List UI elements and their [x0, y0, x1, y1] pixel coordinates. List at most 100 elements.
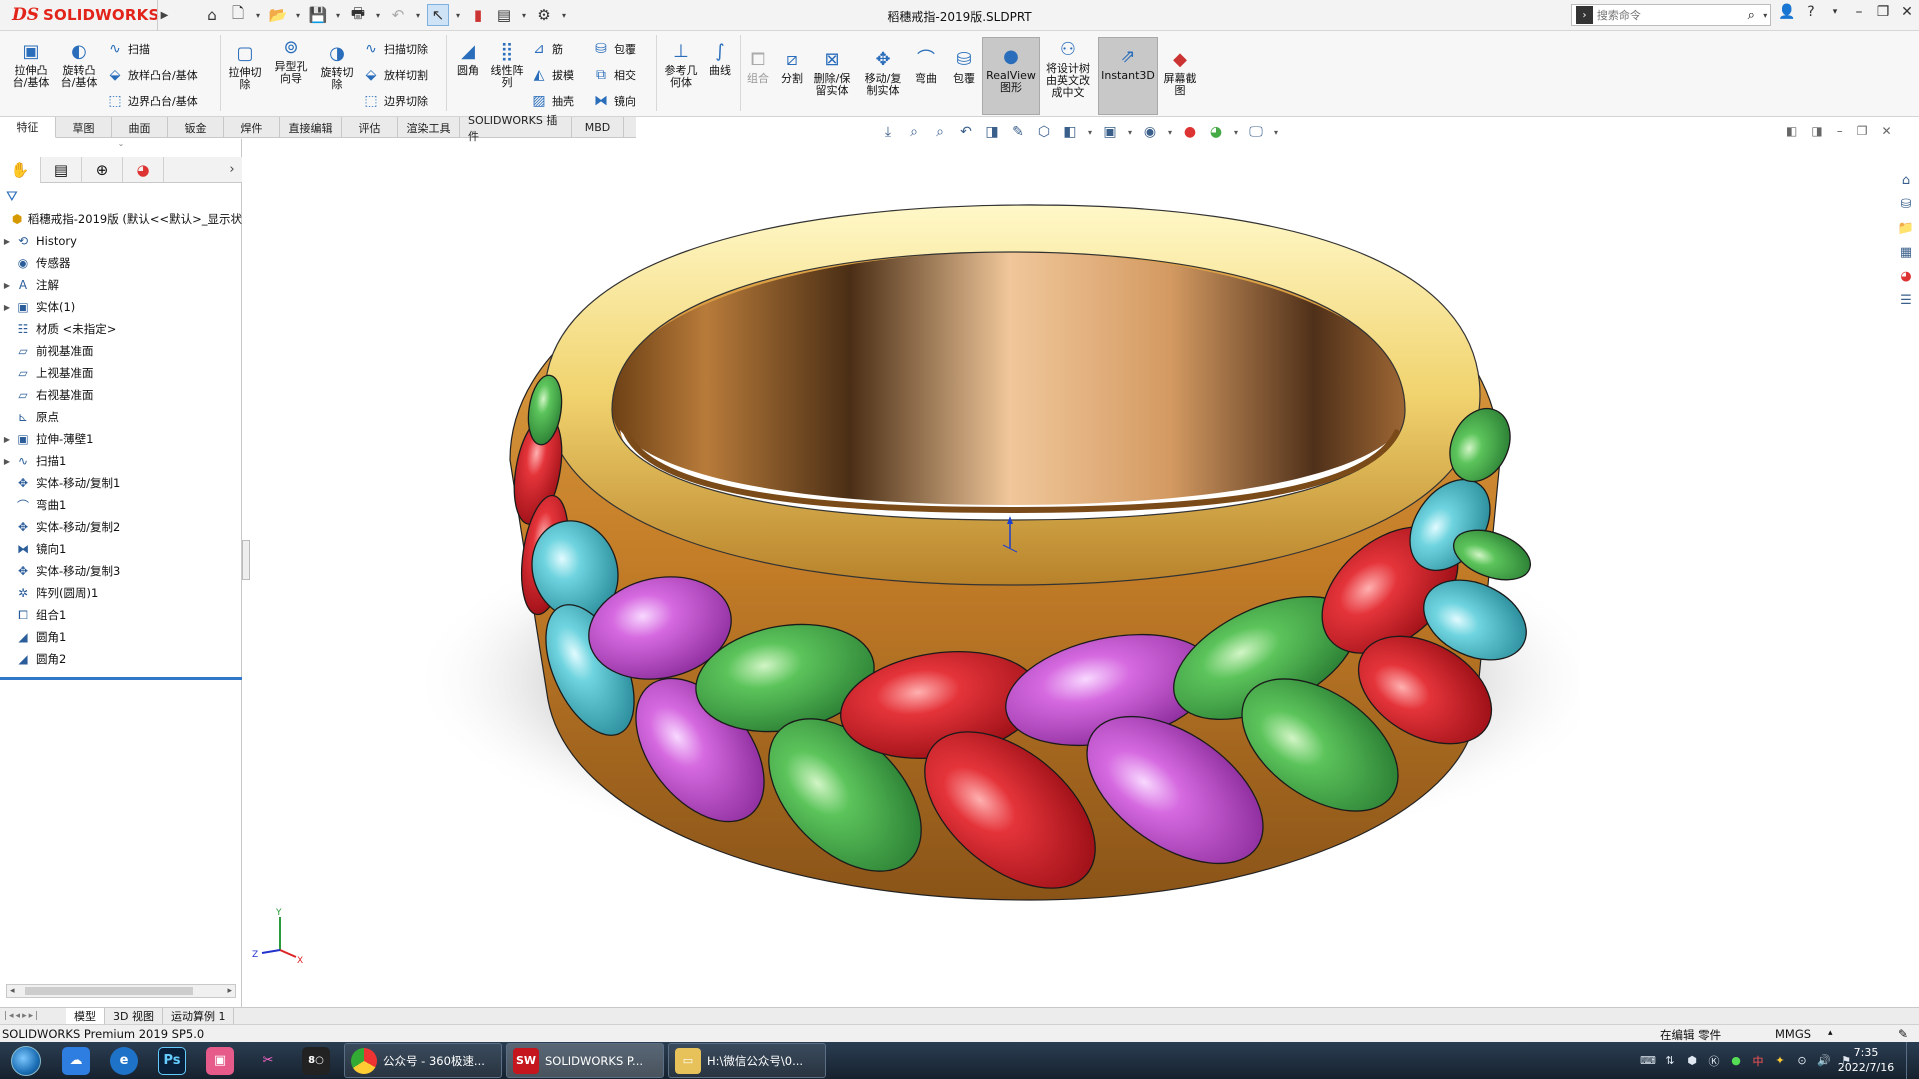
display-style-dropdown-icon[interactable]: ▾	[1086, 128, 1094, 137]
sweep-cut-button[interactable]: ∿ 扫描切除	[362, 39, 428, 59]
property-manager-tab-icon[interactable]: ▤	[41, 157, 82, 183]
units-dropdown-icon[interactable]: ▴	[1828, 1028, 1833, 1038]
tab-sketch[interactable]: 草图	[56, 117, 112, 138]
start-button[interactable]	[0, 1042, 52, 1079]
open-icon[interactable]: 📂	[267, 4, 289, 26]
options-gear-icon[interactable]: ⚙	[533, 4, 555, 26]
section-view-icon[interactable]: ◨	[982, 124, 1002, 140]
tab-solidworks-addins[interactable]: SOLIDWORKS 插件	[460, 114, 572, 143]
help-icon[interactable]: ?	[1802, 4, 1820, 20]
previous-view-icon[interactable]: ↶	[956, 124, 976, 140]
tree-item[interactable]: ▱ 上视基准面	[0, 362, 242, 384]
tree-item[interactable]: ⧓ 镜向1	[0, 538, 242, 560]
k-app-icon[interactable]: Ⓚ	[1706, 1053, 1722, 1069]
delete-keep-body-button[interactable]: ⊠ 删除/保 留实体	[810, 47, 854, 97]
open-dropdown-icon[interactable]: ▾	[293, 11, 303, 20]
doc-close-icon[interactable]: ✕	[1881, 124, 1891, 138]
view-settings-dropdown-icon[interactable]: ▾	[1272, 128, 1280, 137]
zoom-to-area-icon[interactable]: ⌕	[930, 124, 950, 140]
screen-capture-button[interactable]: ◆ 屏幕截 图	[1160, 47, 1200, 97]
status-green-icon[interactable]: ●	[1728, 1053, 1744, 1069]
show-desktop-button[interactable]	[1906, 1042, 1919, 1079]
loft-cut-button[interactable]: ⬙ 放样切割	[362, 65, 428, 85]
scrollbar-thumb[interactable]	[25, 987, 193, 995]
hole-wizard-button[interactable]: ⊚ 异型孔 向导	[268, 35, 314, 85]
taskbar-pin-baidu[interactable]: ☁	[52, 1042, 100, 1079]
file-explorer-icon[interactable]: 📁	[1896, 218, 1916, 238]
design-library-icon[interactable]: ⛁	[1896, 194, 1916, 214]
shell-button[interactable]: ▨ 抽壳	[530, 91, 574, 111]
help-dropdown-icon[interactable]: ▾	[1826, 7, 1844, 17]
tree-item[interactable]: ⧠ 组合1	[0, 604, 242, 626]
translate-tree-button[interactable]: ⚇ 将设计树 由英文改 成中文	[1042, 37, 1094, 99]
close-window-icon[interactable]: ✕	[1898, 4, 1916, 20]
split-button[interactable]: ⧄ 分割	[776, 47, 808, 85]
print-dropdown-icon[interactable]: ▾	[373, 11, 383, 20]
restore-window-icon[interactable]: ❐	[1874, 4, 1892, 20]
taskbar-task-browser[interactable]: 公众号 - 360极速...	[344, 1043, 502, 1078]
more-tabs-arrow-icon[interactable]: ›	[222, 157, 242, 182]
tree-item[interactable]: ✥ 实体-移动/复制3	[0, 560, 242, 582]
doc-restore-icon[interactable]: ❐	[1857, 124, 1868, 138]
tab-model[interactable]: 模型	[66, 1007, 105, 1025]
file-properties-icon[interactable]: ▤	[493, 4, 515, 26]
system-clock[interactable]: 7:35 2022/7/16	[1835, 1045, 1897, 1075]
tree-item[interactable]: ⊾ 原点	[0, 406, 242, 428]
tree-item[interactable]: ◉ 传感器	[0, 252, 242, 274]
curves-button[interactable]: ∫ 曲线	[704, 39, 736, 77]
tab-surfaces[interactable]: 曲面	[112, 117, 168, 138]
solidworks-logo[interactable]: DS SOLIDWORKS	[0, 0, 159, 31]
expand-arrow-icon[interactable]: ▶	[0, 457, 14, 466]
quick-tips-icon[interactable]: ✎	[1898, 1027, 1908, 1041]
expand-arrow-icon[interactable]: ▶	[0, 435, 14, 444]
unit-system[interactable]: MMGS	[1775, 1027, 1811, 1041]
combine-button[interactable]: ⧠ 组合	[744, 47, 772, 85]
tree-item[interactable]: ▱ 右视基准面	[0, 384, 242, 406]
select-pointer-icon[interactable]: ↖	[427, 4, 449, 26]
tab-motion-study[interactable]: 运动算例 1	[163, 1007, 235, 1025]
horizontal-scrollbar[interactable]: ◂ ▸	[6, 984, 236, 998]
sweep-button[interactable]: ∿ 扫描	[106, 39, 150, 59]
taskbar-pin-photoshop[interactable]: Ps	[148, 1042, 196, 1079]
select-dropdown-icon[interactable]: ▾	[453, 11, 463, 20]
tree-item[interactable]: ◢ 圆角2	[0, 648, 242, 670]
realview-toggle-button[interactable]: ● RealView 图形	[982, 37, 1040, 115]
appearances-scenes-icon[interactable]: ◕	[1896, 266, 1916, 286]
tab-features[interactable]: 特征	[0, 117, 56, 138]
search-commands-input[interactable]	[1596, 6, 1742, 24]
flex-button[interactable]: ⌒ 弯曲	[910, 47, 942, 85]
move-copy-body-button[interactable]: ✥ 移动/复 制实体	[860, 47, 906, 97]
tree-item[interactable]: ▶ ▣ 实体(1)	[0, 296, 242, 318]
tree-item[interactable]: ⌒ 弯曲1	[0, 494, 242, 516]
scroll-left-icon[interactable]: ◂	[10, 986, 15, 996]
tree-item[interactable]: ▶ ▣ 拉伸-薄壁1	[0, 428, 242, 450]
wrap-button[interactable]: ⛁ 包覆	[592, 39, 636, 59]
user-account-icon[interactable]: 👤	[1778, 4, 1796, 20]
revolve-boss-button[interactable]: ◐ 旋转凸 台/基体	[58, 39, 100, 89]
display-style-icon[interactable]: ◧	[1060, 124, 1080, 140]
taskbar-task-solidworks[interactable]: SW SOLIDWORKS P...	[506, 1043, 664, 1078]
taskbar-pin-tool[interactable]: ✂	[244, 1042, 292, 1079]
draft-button[interactable]: ◭ 拔模	[530, 65, 574, 85]
hide-show-dropdown-icon[interactable]: ▾	[1166, 128, 1174, 137]
tree-item[interactable]: ▱ 前视基准面	[0, 340, 242, 362]
tile-left-icon[interactable]: ◧	[1786, 124, 1797, 138]
display-manager-tab-icon[interactable]: ◕	[123, 157, 164, 183]
tree-item[interactable]: ✥ 实体-移动/复制1	[0, 472, 242, 494]
tab-sheet-metal[interactable]: 钣金	[168, 117, 224, 138]
tile-right-icon[interactable]: ◨	[1811, 124, 1822, 138]
search-dropdown-icon[interactable]: ▾	[1761, 11, 1770, 20]
tab-mbd[interactable]: MBD	[572, 117, 624, 138]
expand-arrow-icon[interactable]: ▶	[0, 303, 14, 312]
network-icon[interactable]: ⇅	[1662, 1053, 1678, 1069]
feature-tree-tab-icon[interactable]: ✋	[0, 157, 41, 183]
tab-evaluate[interactable]: 评估	[342, 117, 398, 138]
doc-minimize-icon[interactable]: –	[1837, 124, 1843, 138]
tree-root-part[interactable]: ⬢ 稻穗戒指-2019版 (默认<<默认>_显示状	[0, 208, 242, 230]
search-icon[interactable]: ⌕	[1742, 8, 1761, 23]
boundary-boss-button[interactable]: ⬚ 边界凸台/基体	[106, 91, 197, 111]
taskbar-pin-recorder[interactable]: 8○	[292, 1042, 340, 1079]
tab-navigation-icons[interactable]: |◂◂▸▸|	[0, 1011, 66, 1021]
hide-show-items-icon[interactable]: ◉	[1140, 124, 1160, 140]
command-search-box[interactable]: › ⌕ ▾	[1571, 4, 1771, 26]
